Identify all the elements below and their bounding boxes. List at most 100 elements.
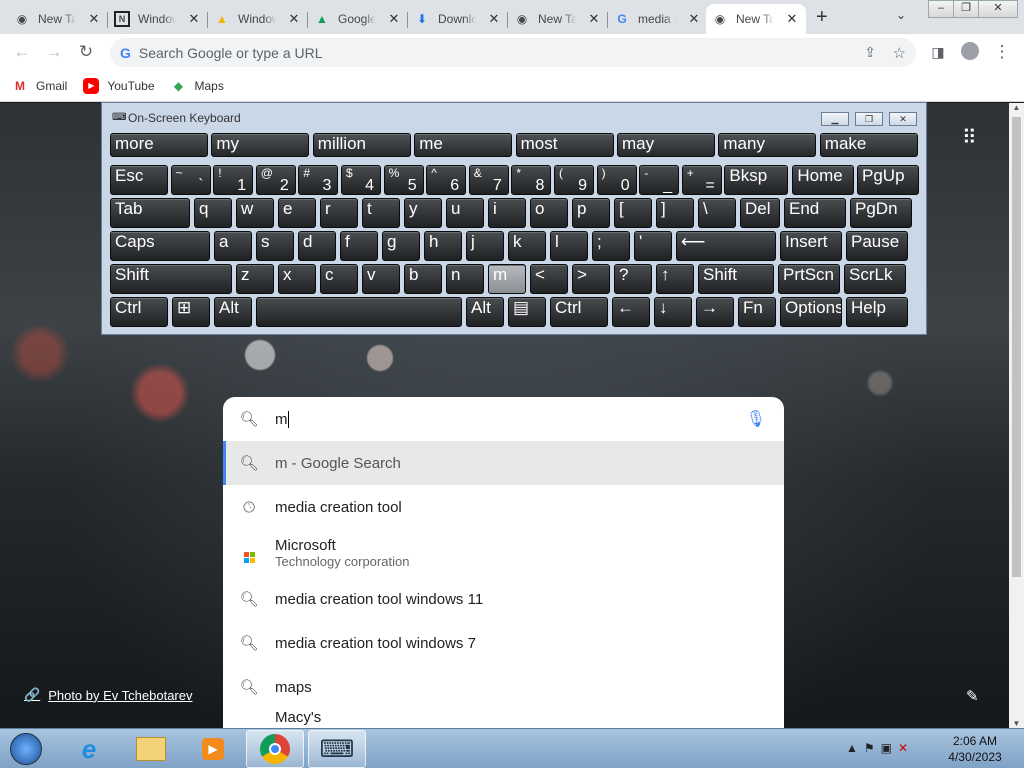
osk-key[interactable]: Insert <box>780 231 842 261</box>
osk-suggestion[interactable]: many <box>718 133 817 157</box>
osk-key[interactable]: + = <box>681 165 722 195</box>
osk-key[interactable]: @2 <box>255 165 296 195</box>
osk-key[interactable]: h <box>424 231 462 261</box>
show-hidden-icons[interactable]: ▲ <box>846 741 864 755</box>
osk-key[interactable]: a <box>214 231 252 261</box>
start-button[interactable] <box>0 730 52 768</box>
close-tab-icon[interactable]: ✕ <box>86 11 102 27</box>
forward-button[interactable]: → <box>44 42 64 62</box>
close-tab-icon[interactable]: ✕ <box>784 11 800 27</box>
osk-key[interactable]: PgUp <box>857 165 919 195</box>
browser-tab[interactable]: Gmedia creation✕ <box>608 4 708 34</box>
osk-key[interactable]: [ <box>614 198 652 228</box>
close-tab-icon[interactable]: ✕ <box>686 11 702 27</box>
osk-key[interactable]: → <box>696 297 734 327</box>
side-panel-icon[interactable]: ◨ <box>928 42 948 62</box>
suggestion-item[interactable]: 🔍︎ media creation tool windows 7 <box>223 621 784 665</box>
osk-key[interactable]: ] <box>656 198 694 228</box>
new-tab-button[interactable]: + <box>816 6 828 29</box>
volume-muted-icon[interactable]: ✕ <box>898 741 914 755</box>
osk-key[interactable]: k <box>508 231 546 261</box>
close-tab-icon[interactable]: ✕ <box>286 11 302 27</box>
osk-key[interactable]: Del <box>740 198 780 228</box>
osk-key[interactable]: Ctrl <box>110 297 168 327</box>
media-player-icon[interactable]: ▶ <box>184 730 242 768</box>
internet-explorer-icon[interactable]: e <box>60 730 118 768</box>
google-apps-icon[interactable]: ⠿ <box>962 125 977 150</box>
minimize-button[interactable]: ‒ <box>928 0 954 18</box>
close-tab-icon[interactable]: ✕ <box>486 11 502 27</box>
osk-key[interactable]: q <box>194 198 232 228</box>
osk-key[interactable]: e <box>278 198 316 228</box>
osk-key[interactable]: Esc <box>110 165 168 195</box>
bookmark-star-icon[interactable]: ☆ <box>893 44 906 62</box>
osk-key[interactable]: (9 <box>554 165 594 195</box>
back-button[interactable]: ← <box>12 42 32 62</box>
osk-suggestion[interactable]: my <box>211 133 310 157</box>
suggestion-item[interactable]: 🕓︎ media creation tool <box>223 485 784 529</box>
osk-key[interactable]: i <box>488 198 526 228</box>
osk-suggestion[interactable]: me <box>414 133 513 157</box>
osk-key[interactable]: ← <box>612 297 650 327</box>
osk-key[interactable]: m <box>488 264 526 294</box>
osk-key[interactable]: v <box>362 264 400 294</box>
osk-key[interactable]: Bksp <box>724 165 789 195</box>
osk-key[interactable]: t <box>362 198 400 228</box>
reload-button[interactable]: ↻ <box>76 42 96 62</box>
suggestion-item[interactable]: Macy's <box>223 709 784 728</box>
osk-key[interactable]: PgDn <box>850 198 912 228</box>
osk-key[interactable]: & 7 <box>468 165 509 195</box>
osk-key[interactable]: Caps <box>110 231 210 261</box>
osk-key[interactable]: ; <box>592 231 630 261</box>
osk-key[interactable]: < <box>530 264 568 294</box>
close-tab-icon[interactable]: ✕ <box>186 11 202 27</box>
browser-tab-active[interactable]: ◉New Tab✕ <box>706 4 806 34</box>
close-window-button[interactable]: ✕ <box>978 0 1018 18</box>
osk-suggestion[interactable]: make <box>819 133 918 157</box>
osk-key[interactable]: s <box>256 231 294 261</box>
osk-key[interactable]: ↓ <box>654 297 692 327</box>
osk-key[interactable]: j <box>466 231 504 261</box>
osk-key[interactable]: ⊞ <box>172 297 210 327</box>
osk-key[interactable]: Shift <box>698 264 774 294</box>
osk-key[interactable]: \ <box>698 198 736 228</box>
osk-key[interactable]: b <box>404 264 442 294</box>
bookmark-gmail[interactable]: M Gmail <box>12 78 67 94</box>
osk-key[interactable]: ) 0 <box>596 165 637 195</box>
bookmark-maps[interactable]: ◆ Maps <box>171 78 224 94</box>
osk-key[interactable]: ' <box>634 231 672 261</box>
osk-key[interactable]: ^ 6 <box>426 165 467 195</box>
osk-key[interactable]: Alt <box>214 297 252 327</box>
osk-key[interactable]: ⟵ <box>676 231 776 261</box>
osk-key[interactable]: Shift <box>110 264 232 294</box>
osk-key[interactable]: o <box>530 198 568 228</box>
share-icon[interactable]: ⇪ <box>864 44 876 61</box>
osk-key[interactable]: Alt <box>466 297 504 327</box>
flag-icon[interactable]: ⚑ <box>864 741 881 755</box>
osk-key[interactable]: End <box>784 198 846 228</box>
osk-suggestion[interactable]: more <box>110 133 208 157</box>
mic-icon[interactable]: 🎙︎ <box>746 409 766 429</box>
osk-key[interactable]: Ctrl <box>550 297 608 327</box>
osk-key[interactable]: u <box>446 198 484 228</box>
osk-key[interactable]: ↑ <box>656 264 694 294</box>
browser-tab[interactable]: ◉New Tab✕ <box>508 4 608 34</box>
osk-taskbar-icon[interactable]: ⌨ <box>308 730 366 768</box>
osk-key[interactable]: ▤ <box>508 297 546 327</box>
osk-key[interactable]: y <box>404 198 442 228</box>
osk-key[interactable]: c <box>320 264 358 294</box>
customize-pencil-icon[interactable]: ✎ <box>966 687 979 705</box>
address-bar[interactable]: G Search Google or type a URL ⇪ ☆ <box>110 38 916 67</box>
suggestion-item[interactable]: 🔍︎ maps <box>223 665 784 709</box>
osk-key[interactable]: * 8 <box>511 165 552 195</box>
osk-suggestion[interactable]: most <box>515 133 614 157</box>
browser-tab[interactable]: ▲Windows✕ <box>208 4 308 34</box>
osk-key[interactable]: $4 <box>341 165 381 195</box>
osk-key[interactable]: n <box>446 264 484 294</box>
search-input[interactable]: 🔍︎ m 🎙︎ <box>223 397 784 441</box>
browser-tab[interactable]: ▲Google Drive✕ <box>308 4 408 34</box>
browser-tab[interactable]: ⬇Downloads✕ <box>408 4 508 34</box>
close-tab-icon[interactable]: ✕ <box>386 11 402 27</box>
osk-key[interactable]: d <box>298 231 336 261</box>
suggestion-item[interactable]: 🔍︎ m - Google Search <box>223 441 784 485</box>
